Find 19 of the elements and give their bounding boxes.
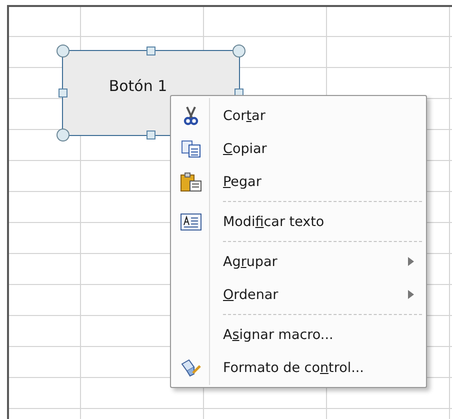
submenu-arrow-icon — [408, 290, 414, 299]
clipboard-icon — [180, 172, 202, 192]
menu-item[interactable]: Pegar — [171, 165, 426, 198]
copy-icon — [180, 140, 200, 158]
scissors-icon — [182, 106, 198, 126]
resize-handle[interactable] — [232, 44, 246, 58]
menu-item[interactable]: Ordenar — [171, 278, 426, 311]
submenu-arrow-icon — [408, 257, 414, 266]
menu-item[interactable]: Modificar texto — [171, 198, 426, 238]
resize-handle[interactable] — [144, 44, 158, 58]
menu-item[interactable]: Formato de control... — [171, 351, 426, 384]
resize-handle[interactable] — [144, 128, 158, 142]
menu-item[interactable]: Asignar macro... — [171, 311, 426, 351]
text-edit-icon — [180, 212, 202, 230]
resize-handle[interactable] — [56, 128, 70, 142]
menu-item[interactable]: Agrupar — [171, 238, 426, 278]
format-brush-icon — [180, 358, 202, 378]
resize-handle[interactable] — [56, 86, 70, 100]
resize-handle[interactable] — [56, 44, 70, 58]
